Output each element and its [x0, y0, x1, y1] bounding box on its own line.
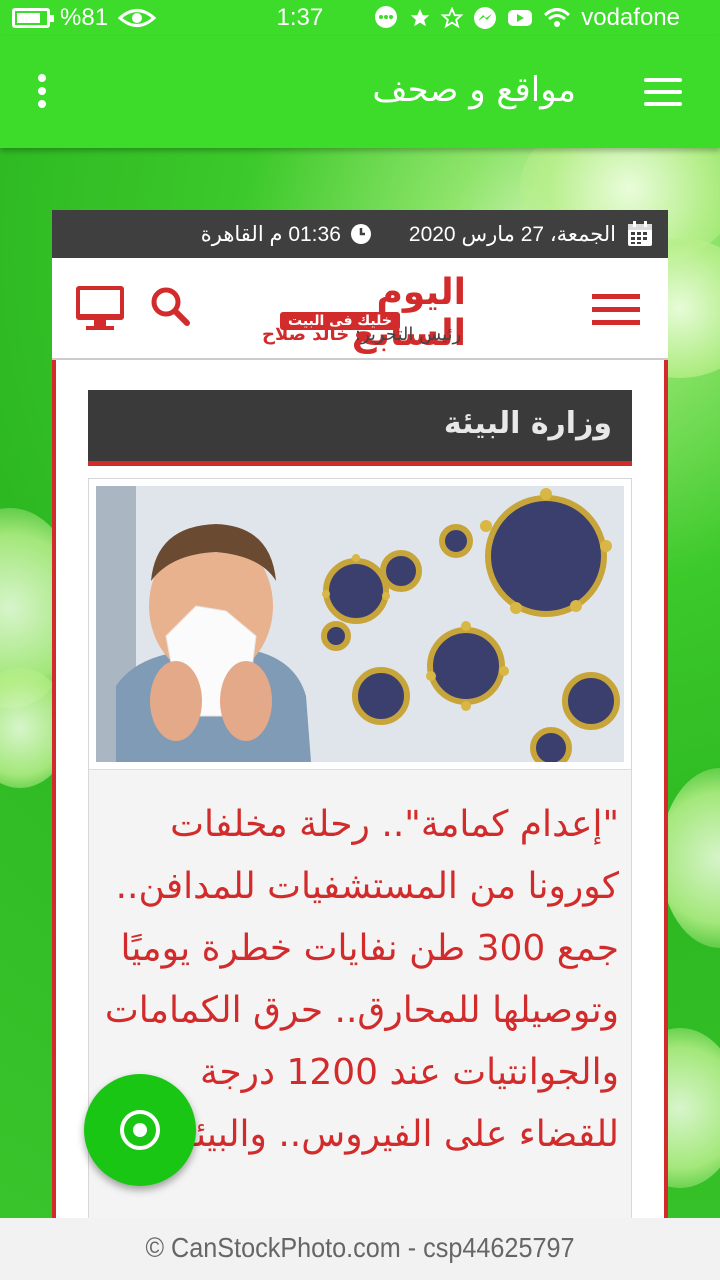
youtube-icon [508, 10, 533, 26]
carrier-name: vodafone [581, 4, 680, 31]
editor-label: رئيس التحرير: [349, 324, 462, 345]
floating-action-button[interactable] [84, 1074, 196, 1186]
editor-line: رئيس التحرير: خالد صلاح [262, 324, 461, 345]
article-image[interactable] [96, 486, 624, 762]
star-filled-icon [411, 8, 430, 27]
site-header: اليوم السابع خليك فى البيت رئيس التحرير:… [52, 258, 668, 360]
watermark-text: © CanStockPhoto.com - csp44625797 [145, 1232, 575, 1263]
chat-icon [375, 6, 398, 28]
date-bar: الجمعة، 27 مارس 2020 01:36 م القاهرة [52, 210, 668, 258]
hamburger-icon[interactable] [644, 78, 682, 106]
star-outline-icon [441, 7, 464, 29]
watermark-bar: © CanStockPhoto.com - csp44625797 [0, 1218, 720, 1280]
time-group: 01:36 م القاهرة [201, 222, 373, 247]
site-logo[interactable]: اليوم السابع خليك فى البيت [250, 272, 480, 358]
messenger-icon [474, 7, 497, 29]
target-icon [120, 1110, 160, 1150]
clock-time: 1:37 [276, 4, 324, 31]
site-time: 01:36 م القاهرة [200, 222, 341, 246]
status-left: %81 [12, 4, 157, 32]
status-bar: %81 1:37 vodafone [0, 0, 720, 36]
calendar-icon [628, 221, 652, 246]
more-vert-icon[interactable] [38, 74, 48, 110]
clock-icon [350, 224, 371, 244]
eye-icon [118, 9, 157, 27]
app-title: مواقع و صحف [372, 70, 576, 110]
webview[interactable]: الجمعة، 27 مارس 2020 01:36 م القاهرة الي… [52, 210, 668, 1218]
search-icon[interactable] [148, 284, 192, 328]
article-photo [96, 486, 624, 762]
section-title: وزارة البيئة [88, 390, 632, 466]
editor-name: خالد صلاح [262, 324, 350, 345]
site-menu-icon[interactable] [592, 294, 640, 328]
site-date: الجمعة، 27 مارس 2020 [408, 222, 616, 246]
status-right: 1:37 vodafone [277, 4, 680, 32]
battery-icon [12, 8, 54, 28]
app-bar: مواقع و صحف [0, 36, 720, 148]
wifi-icon [544, 8, 571, 27]
monitor-icon[interactable] [74, 284, 126, 332]
battery-percent: %81 [60, 4, 109, 31]
